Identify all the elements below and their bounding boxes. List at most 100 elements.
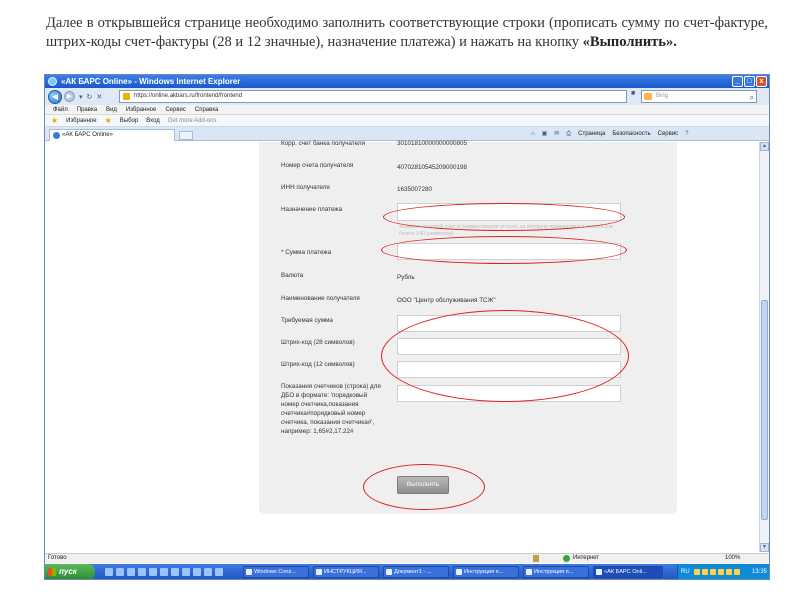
barcode28-input[interactable] bbox=[397, 338, 621, 355]
meters-input[interactable] bbox=[397, 385, 621, 402]
language-indicator[interactable]: RU bbox=[681, 564, 690, 579]
close-icon[interactable]: x bbox=[756, 76, 767, 87]
address-input[interactable]: https://online.akbars.ru/frontend/fronte… bbox=[119, 90, 627, 103]
back-icon[interactable]: ◀ bbox=[48, 89, 62, 104]
scroll-thumb[interactable] bbox=[761, 300, 768, 520]
taskbar-item[interactable]: ИНСТРУКЦИЯ... bbox=[313, 566, 379, 578]
quick-launch bbox=[105, 568, 223, 576]
print-icon[interactable]: ⎙ bbox=[566, 129, 571, 139]
browser-screenshot: «АК БАРС Online» - Windows Internet Expl… bbox=[44, 74, 770, 580]
menu-edit[interactable]: Правка bbox=[77, 105, 97, 114]
submit-button[interactable]: Выполнить bbox=[397, 476, 449, 494]
search-input[interactable]: Bing ⌕ bbox=[641, 90, 757, 103]
refresh-icon[interactable]: ↻ bbox=[87, 93, 93, 101]
inn-label: ИНН получателя bbox=[281, 184, 330, 191]
barcode12-label: Штрих-код (12 символов) bbox=[281, 361, 355, 368]
home-icon[interactable]: ⌂ bbox=[531, 129, 535, 139]
menu-bar: Файл Правка Вид Избранное Сервис Справка bbox=[45, 105, 769, 115]
taskbar-item[interactable]: Инструкция п... bbox=[523, 566, 589, 578]
zoom-level[interactable]: 100% bbox=[725, 554, 740, 563]
dropdown-icon[interactable]: ▾ bbox=[79, 93, 83, 101]
menu-file[interactable]: Файл bbox=[53, 105, 68, 114]
quick-launch-icon[interactable] bbox=[116, 568, 124, 576]
quick-launch-icon[interactable] bbox=[171, 568, 179, 576]
help-icon[interactable]: ? bbox=[685, 129, 688, 139]
quick-launch-icon[interactable] bbox=[204, 568, 212, 576]
taskbar-item-active[interactable]: «АК БАРС Onli... bbox=[593, 566, 663, 578]
lock-icon[interactable]: ■ bbox=[631, 90, 635, 97]
recipient-name-label: Наименование получателя bbox=[281, 295, 360, 302]
window-icon bbox=[246, 569, 252, 575]
fav-item-addons[interactable]: Get more Add-ons bbox=[168, 118, 217, 124]
fav-item-vybor[interactable]: Выбор bbox=[120, 118, 138, 124]
start-button[interactable]: пуск bbox=[45, 564, 95, 579]
tray-icon[interactable] bbox=[734, 569, 740, 575]
quick-launch-icon[interactable] bbox=[215, 568, 223, 576]
stop-icon[interactable]: ✕ bbox=[96, 93, 102, 101]
tray-icon[interactable] bbox=[718, 569, 724, 575]
tab-akbars[interactable]: «АК БАРС Online» bbox=[49, 129, 175, 141]
new-tab-button[interactable] bbox=[179, 131, 193, 140]
forward-icon[interactable]: ▶ bbox=[64, 91, 75, 102]
status-text: Готово bbox=[48, 555, 67, 561]
tray-icon[interactable] bbox=[710, 569, 716, 575]
quick-launch-icon[interactable] bbox=[149, 568, 157, 576]
taskbar-item[interactable]: Документ1 - ... bbox=[383, 566, 449, 578]
clock: 13:35 bbox=[751, 569, 767, 575]
feeds-icon[interactable]: ▣ bbox=[542, 129, 548, 139]
address-text: https://online.akbars.ru/frontend/fronte… bbox=[134, 93, 243, 99]
recipient-name-value: ООО "Центр обслуживания ТСЖ" bbox=[397, 297, 496, 304]
recipient-account-value: 40702810545209000198 bbox=[397, 164, 468, 171]
tray-icon[interactable] bbox=[702, 569, 708, 575]
scroll-up-icon[interactable]: ▲ bbox=[760, 142, 769, 151]
purpose-hint: Укажите лицевой счет и наименование услу… bbox=[399, 224, 613, 237]
quick-launch-icon[interactable] bbox=[160, 568, 168, 576]
amount-input[interactable] bbox=[397, 243, 621, 260]
menu-tools[interactable]: Сервис bbox=[165, 105, 186, 114]
minimize-icon[interactable]: _ bbox=[732, 76, 743, 87]
quick-launch-icon[interactable] bbox=[193, 568, 201, 576]
command-bar: ⌂ ▣ ✉ ⎙ Страница Безопасность Сервис ? bbox=[531, 129, 689, 139]
cmd-security[interactable]: Безопасность bbox=[612, 129, 650, 139]
tray-icon[interactable] bbox=[694, 569, 700, 575]
star-icon[interactable]: ★ bbox=[51, 116, 58, 125]
vertical-scrollbar[interactable]: ▲ ▼ bbox=[759, 142, 769, 552]
barcode12-input[interactable] bbox=[397, 361, 621, 378]
corr-account-value: 30101810000000000805 bbox=[397, 140, 468, 147]
globe-icon bbox=[563, 555, 570, 562]
instruction-caption: Далее в открывшейся странице необходимо … bbox=[46, 14, 768, 52]
cmd-tools[interactable]: Сервис bbox=[658, 129, 679, 139]
taskbar-item-label: Документ1 - ... bbox=[394, 569, 432, 575]
site-icon bbox=[123, 93, 130, 100]
currency-value: Рубль bbox=[397, 274, 415, 281]
tray-icon[interactable] bbox=[726, 569, 732, 575]
window-titlebar: «АК БАРС Online» - Windows Internet Expl… bbox=[45, 75, 769, 88]
required-sum-input[interactable] bbox=[397, 315, 621, 332]
purpose-input[interactable] bbox=[397, 203, 621, 221]
search-icon[interactable]: ⌕ bbox=[750, 92, 754, 103]
fav-item-vhod[interactable]: Вход bbox=[146, 118, 160, 124]
currency-label: Валюта bbox=[281, 272, 304, 279]
window-icon bbox=[456, 569, 462, 575]
quick-launch-icon[interactable] bbox=[182, 568, 190, 576]
maximize-icon[interactable]: □ bbox=[744, 76, 755, 87]
cmd-page[interactable]: Страница bbox=[578, 129, 605, 139]
add-favorite-icon[interactable]: ★ bbox=[105, 116, 112, 125]
menu-favorites[interactable]: Избранное bbox=[126, 105, 156, 114]
menu-help[interactable]: Справка bbox=[195, 105, 219, 114]
quick-launch-icon[interactable] bbox=[127, 568, 135, 576]
ie-icon bbox=[53, 132, 60, 139]
taskbar-item[interactable]: Windows Cons... bbox=[243, 566, 309, 578]
search-placeholder: Bing bbox=[656, 93, 669, 99]
quick-launch-icon[interactable] bbox=[138, 568, 146, 576]
protected-mode-icon bbox=[533, 555, 539, 562]
favorites-label[interactable]: Избранное bbox=[66, 118, 96, 124]
quick-launch-icon[interactable] bbox=[105, 568, 113, 576]
tray-icons bbox=[694, 569, 740, 575]
taskbar-item[interactable]: Инструкция п... bbox=[453, 566, 519, 578]
menu-view[interactable]: Вид bbox=[106, 105, 117, 114]
ie-icon bbox=[48, 77, 57, 86]
scroll-down-icon[interactable]: ▼ bbox=[760, 543, 769, 552]
favorites-bar: ★ Избранное ★ Выбор Вход Get more Add-on… bbox=[45, 115, 769, 127]
mail-icon[interactable]: ✉ bbox=[554, 129, 559, 139]
